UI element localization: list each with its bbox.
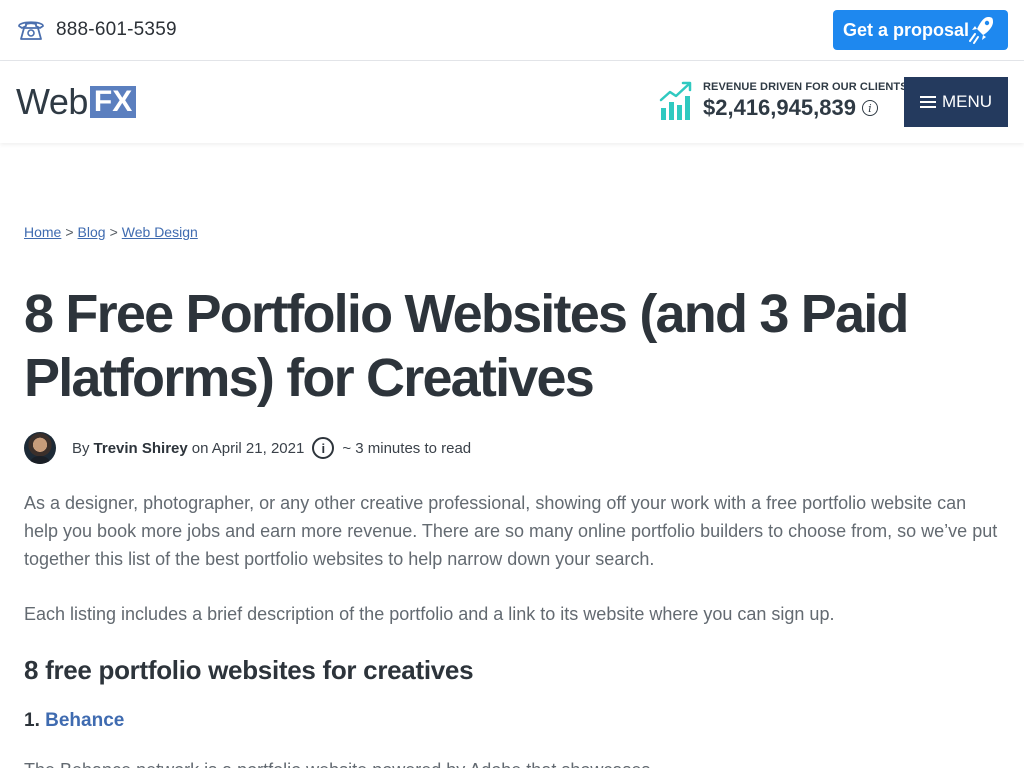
webfx-logo[interactable]: Web FX xyxy=(16,81,137,122)
list-item-number: 1. xyxy=(24,710,40,731)
author-name[interactable]: Trevin Shirey xyxy=(94,440,188,457)
menu-button[interactable]: MENU xyxy=(904,77,1008,127)
revenue-widget: REVENUE DRIVEN FOR OUR CLIENTS $2,416,94… xyxy=(659,78,908,122)
get-proposal-label: Get a proposal xyxy=(843,19,970,40)
phone-number[interactable]: 888-601-5359 xyxy=(56,19,177,41)
intro-paragraph: As a designer, photographer, or any othe… xyxy=(24,493,998,569)
growth-chart-icon xyxy=(659,81,692,120)
revenue-label: REVENUE DRIVEN FOR OUR CLIENTS xyxy=(703,81,908,93)
listing-paragraph: Each listing includes a brief descriptio… xyxy=(24,604,835,624)
breadcrumb-separator: > xyxy=(109,224,118,240)
get-proposal-button[interactable]: Get a proposal xyxy=(833,10,1008,50)
top-bar: 888-601-5359 Get a proposal xyxy=(0,0,1024,61)
title-line-2: Platforms) for Creatives xyxy=(24,348,595,408)
rocket-icon xyxy=(969,17,993,44)
hamburger-icon xyxy=(919,96,936,108)
site-header: Web FX REVENUE DRIVEN FOR OUR CLIENTS $2… xyxy=(0,61,1024,143)
phone-contact[interactable]: 888-601-5359 xyxy=(16,17,177,43)
breadcrumb-web-design[interactable]: Web Design xyxy=(122,224,198,240)
by-label: By xyxy=(72,439,90,457)
list-item-heading: 1. Behance xyxy=(24,710,124,732)
breadcrumb-separator: > xyxy=(65,224,74,240)
read-time: ~ 3 minutes to read xyxy=(342,439,472,457)
byline: By Trevin Shirey on April 21, 2021 i ~ 3… xyxy=(24,432,471,464)
revenue-amount: $2,416,945,839 xyxy=(703,95,856,120)
publish-date: on April 21, 2021 xyxy=(191,439,305,457)
breadcrumb-home[interactable]: Home xyxy=(24,224,61,240)
author-avatar[interactable] xyxy=(24,432,56,464)
menu-label: MENU xyxy=(941,92,993,111)
logo-web-text: Web xyxy=(16,81,88,122)
behance-description: The Behance network is a portfolio websi… xyxy=(24,756,884,768)
phone-icon xyxy=(18,21,44,40)
page-title: 8 Free Portfolio Websites (and 3 Paid Pl… xyxy=(24,282,1004,410)
title-line-1: 8 Free Portfolio Websites (and 3 Paid xyxy=(24,284,909,344)
logo-fx-text: FX xyxy=(89,86,137,118)
section-heading: 8 free portfolio websites for creatives xyxy=(24,655,474,685)
info-icon[interactable]: i xyxy=(312,437,335,459)
breadcrumb: Home > Blog > Web Design xyxy=(24,224,198,240)
behance-link[interactable]: Behance xyxy=(45,710,124,731)
breadcrumb-blog[interactable]: Blog xyxy=(78,224,106,240)
info-icon[interactable]: i xyxy=(861,100,878,116)
